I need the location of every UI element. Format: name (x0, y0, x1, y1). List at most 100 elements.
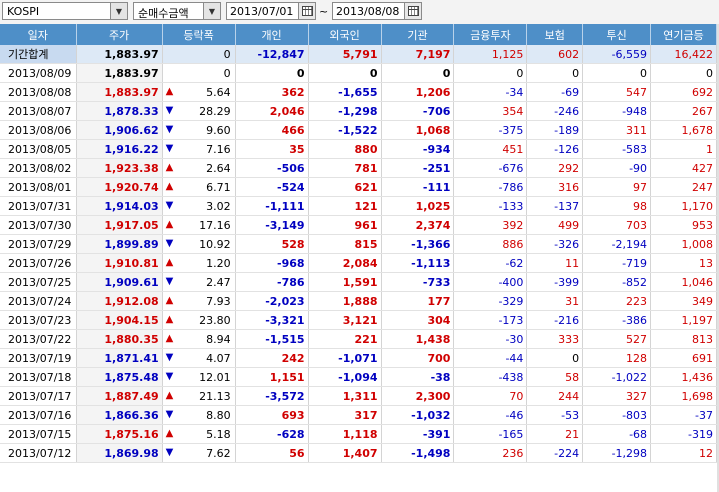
triangle-down-icon: ▼ (165, 409, 174, 420)
financial-investment-cell: 886 (453, 234, 528, 254)
foreign-cell: -1,655 (308, 82, 382, 102)
pension-cell: 1 (650, 139, 717, 159)
market-select[interactable]: KOSPI ▼ (2, 2, 128, 20)
triangle-up-icon: ▲ (165, 162, 174, 173)
table-row[interactable]: 2013/08/01 1,920.74 ▲ 6.71 -524 621 -111 -786 31… (0, 177, 717, 197)
table-row[interactable]: 2013/08/06 1,906.62 ▼ 9.60 466 -1,522 1,068 -37… (0, 120, 717, 140)
triangle-down-icon: ▼ (165, 276, 174, 287)
investment-trust-cell: 527 (582, 329, 652, 349)
table-row[interactable]: 2013/07/18 1,875.48 ▼ 12.01 1,151 -1,094 -38 -4… (0, 367, 717, 387)
chevron-down-icon[interactable]: ▼ (203, 3, 220, 19)
end-date-field[interactable]: 2013/08/08 (332, 2, 422, 20)
pension-cell: 1,436 (650, 367, 717, 387)
change-cell: ▼ 9.60 (162, 120, 236, 140)
institution-cell: -251 (381, 158, 455, 178)
date-cell: 2013/08/06 (0, 120, 77, 140)
table-row[interactable]: 2013/08/09 1,883.97 0 0 0 0 0 0 0 0 (0, 63, 717, 83)
insurance-cell: 0 (526, 63, 584, 83)
table-row[interactable]: 2013/07/31 1,914.03 ▼ 3.02 -1,111 121 1,025 -13… (0, 196, 717, 216)
price-cell: 1,906.62 (76, 120, 163, 140)
date-cell: 2013/08/01 (0, 177, 77, 197)
price-cell: 1,880.35 (76, 329, 163, 349)
table-row[interactable]: 2013/08/05 1,916.22 ▼ 7.16 35 880 -934 451 -126-… (0, 139, 717, 159)
pension-cell: 0 (650, 63, 717, 83)
change-cell: ▲ 1.20 (162, 253, 236, 273)
investment-trust-header[interactable]: 투신 (582, 24, 652, 45)
table-row[interactable]: 2013/07/23 1,904.15 ▲ 23.80 -3,321 3,121 304 -1… (0, 310, 717, 330)
individual-cell: 693 (235, 405, 309, 425)
date-cell: 2013/07/30 (0, 215, 77, 235)
financial-investment-cell: 70 (453, 386, 528, 406)
table-row[interactable]: 2013/07/16 1,866.36 ▼ 8.80 693 317 -1,032 -46 -5… (0, 405, 717, 425)
institution-cell: -1,498 (381, 443, 455, 463)
pension-header[interactable]: 연기금등 (650, 24, 717, 45)
individual-cell: 2,046 (235, 101, 309, 121)
foreign-cell: -1,522 (308, 120, 382, 140)
change-value: 10.92 (199, 237, 231, 251)
change-cell: 0 (162, 45, 236, 64)
table-row[interactable]: 2013/07/17 1,887.49 ▲ 21.13 -3,572 1,311 2,300… (0, 386, 717, 406)
date-header[interactable]: 일자 (0, 24, 77, 45)
insurance-header[interactable]: 보험 (526, 24, 584, 45)
foreign-cell: 1,591 (308, 272, 382, 292)
individual-cell: -968 (235, 253, 309, 273)
table-row[interactable]: 2013/07/12 1,869.98 ▼ 7.62 56 1,407 -1,498 236-… (0, 443, 717, 463)
triangle-up-icon: ▲ (165, 219, 174, 230)
individual-header[interactable]: 개인 (235, 24, 309, 45)
table-row[interactable]: 2013/07/30 1,917.05 ▲ 17.16 -3,149 961 2,374 39… (0, 215, 717, 235)
price-cell: 1,883.97 (76, 45, 163, 64)
table-row[interactable]: 2013/07/25 1,909.61 ▼ 2.47 -786 1,591 -733 -400… (0, 272, 717, 292)
foreign-cell: 880 (308, 139, 382, 159)
financial-investment-header[interactable]: 금융투자 (453, 24, 528, 45)
table-row[interactable]: 2013/08/08 1,883.97 ▲ 5.64 362 -1,655 1,206 -34… (0, 82, 717, 102)
financial-investment-cell: -375 (453, 120, 528, 140)
institution-header[interactable]: 기관 (381, 24, 455, 45)
investor-trading-table: 일자 주가 등락폭 개인 외국인 기관 금융투자 보험 투신 연기금등 기간합계 1,883.97 0… (0, 24, 717, 463)
insurance-cell: -224 (526, 443, 584, 463)
triangle-up-icon: ▲ (165, 333, 174, 344)
change-cell: ▲ 6.71 (162, 177, 236, 197)
table-row[interactable]: 2013/07/29 1,899.89 ▼ 10.92 528 815 -1,366 886-… (0, 234, 717, 254)
institution-cell: -38 (381, 367, 455, 387)
table-row[interactable]: 2013/07/24 1,912.08 ▲ 7.93 -2,023 1,888 177 -32… (0, 291, 717, 311)
triangle-down-icon: ▼ (165, 447, 174, 458)
foreign-cell: 121 (308, 196, 382, 216)
date-range-separator: ~ (319, 5, 329, 18)
table-row[interactable]: 2013/07/15 1,875.16 ▲ 5.18 -628 1,118 -391 -165… (0, 424, 717, 444)
change-value: 8.80 (206, 408, 231, 422)
table-row[interactable]: 2013/08/02 1,923.38 ▲ 2.64 -506 781 -251 -676 29… (0, 158, 717, 178)
table-row[interactable]: 2013/08/07 1,878.33 ▼ 28.29 2,046 -1,298 -706 3… (0, 101, 717, 121)
triangle-up-icon: ▲ (165, 295, 174, 306)
mode-select[interactable]: 순매수금액 ▼ (133, 2, 221, 20)
price-cell: 1,910.81 (76, 253, 163, 273)
investment-trust-cell: -1,022 (582, 367, 652, 387)
foreign-cell: 1,407 (308, 443, 382, 463)
change-value: 3.02 (206, 199, 231, 213)
start-date-field[interactable]: 2013/07/01 (226, 2, 316, 20)
change-value: 0 (223, 47, 231, 61)
price-cell: 1,883.97 (76, 82, 163, 102)
price-cell: 1,875.16 (76, 424, 163, 444)
calendar-icon[interactable] (298, 3, 315, 19)
individual-cell: 466 (235, 120, 309, 140)
table-row[interactable]: 2013/07/19 1,871.41 ▼ 4.07 242 -1,071 700 -44 0 1… (0, 348, 717, 368)
chevron-down-icon[interactable]: ▼ (110, 3, 127, 19)
calendar-icon[interactable] (404, 3, 421, 19)
date-cell: 2013/07/15 (0, 424, 77, 444)
table-row[interactable]: 2013/07/26 1,910.81 ▲ 1.20 -968 2,084 -1,113 -6… (0, 253, 717, 273)
insurance-cell: -399 (526, 272, 584, 292)
investment-trust-cell: 98 (582, 196, 652, 216)
change-value: 9.60 (206, 123, 231, 137)
pension-cell: 1,170 (650, 196, 717, 216)
foreign-cell: 221 (308, 329, 382, 349)
financial-investment-cell: -30 (453, 329, 528, 349)
change-header[interactable]: 등락폭 (162, 24, 236, 45)
change-cell: ▲ 23.80 (162, 310, 236, 330)
table-row[interactable]: 기간합계 1,883.97 0 -12,847 5,791 7,197 1,125 602 -6… (0, 45, 717, 64)
price-header[interactable]: 주가 (76, 24, 163, 45)
table-row[interactable]: 2013/07/22 1,880.35 ▲ 8.94 -1,515 221 1,438 -30… (0, 329, 717, 349)
financial-investment-cell: -400 (453, 272, 528, 292)
change-value: 8.94 (206, 332, 231, 346)
institution-cell: 304 (381, 310, 455, 330)
foreign-header[interactable]: 외국인 (308, 24, 382, 45)
